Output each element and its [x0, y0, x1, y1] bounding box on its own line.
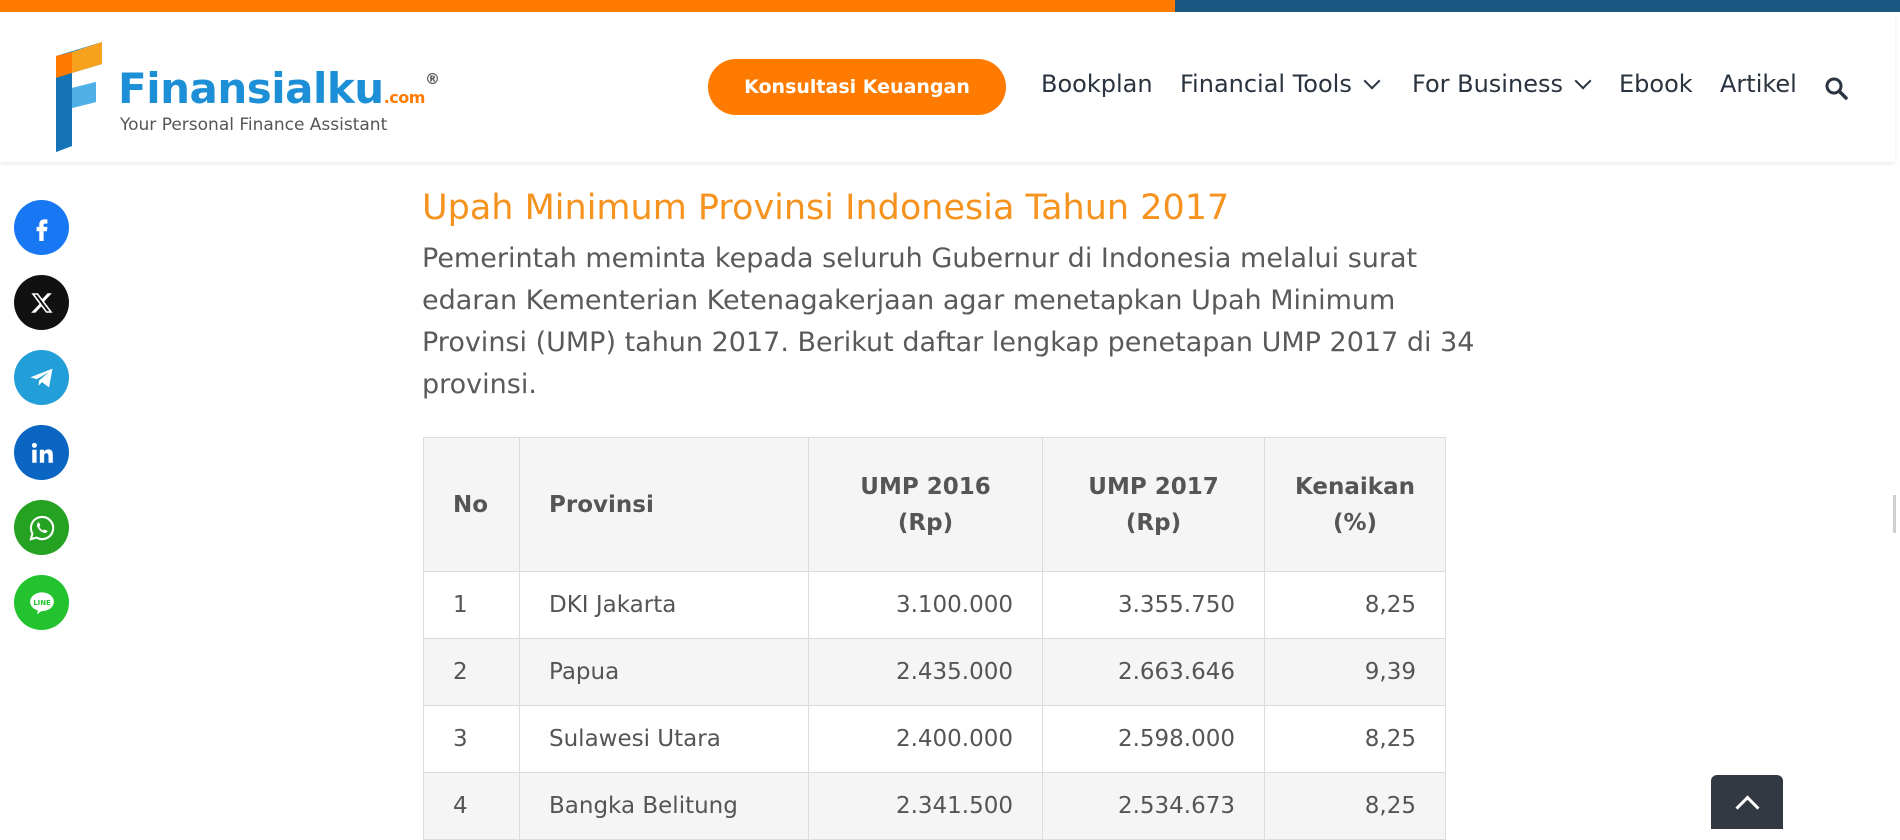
cell-no: 4: [423, 772, 520, 840]
cell-ump-2017: 2.663.646: [1042, 638, 1265, 706]
logo-domain: .com: [383, 88, 426, 107]
table-row: 4 Bangka Belitung 2.341.500 2.534.673 8,…: [423, 772, 1446, 840]
site-header: Finansialku.com® Your Personal Finance A…: [0, 12, 1895, 162]
chevron-down-icon: [1363, 72, 1381, 90]
logo-mark-icon: [56, 42, 102, 152]
nav-financial-tools[interactable]: Financial Tools: [1180, 70, 1381, 98]
cell-provinsi: Papua: [519, 638, 809, 706]
share-telegram-button[interactable]: [14, 350, 69, 405]
svg-text:LINE: LINE: [33, 598, 51, 606]
nav-ebook-label: Ebook: [1619, 70, 1693, 98]
cell-ump-2017: 3.355.750: [1042, 571, 1265, 639]
header-kenaikan-line1: Kenaikan: [1295, 473, 1415, 500]
nav-artikel-label: Artikel: [1720, 70, 1797, 98]
logo-registered: ®: [424, 70, 440, 88]
line-icon: LINE: [29, 591, 54, 614]
telegram-icon: [29, 368, 52, 387]
x-icon: [30, 292, 53, 313]
header-ump-2016: UMP 2016 (Rp): [808, 437, 1043, 572]
header-kenaikan-line2: (%): [1332, 509, 1378, 536]
share-whatsapp-button[interactable]: [14, 500, 69, 555]
cell-kenaikan: 8,25: [1264, 772, 1446, 840]
cell-provinsi: Bangka Belitung: [519, 772, 809, 840]
top-accent-navy: [1175, 0, 1900, 12]
nav-financial-tools-label: Financial Tools: [1180, 70, 1352, 98]
nav-bookplan[interactable]: Bookplan: [1041, 70, 1153, 98]
konsultasi-keuangan-button[interactable]: Konsultasi Keuangan: [708, 59, 1006, 115]
share-line-button[interactable]: LINE: [14, 575, 69, 630]
site-logo[interactable]: Finansialku.com® Your Personal Finance A…: [44, 42, 440, 162]
share-facebook-button[interactable]: [14, 200, 69, 255]
table-row: 1 DKI Jakarta 3.100.000 3.355.750 8,25: [423, 571, 1446, 639]
nav-for-business-label: For Business: [1412, 70, 1563, 98]
cell-provinsi: Sulawesi Utara: [519, 705, 809, 773]
header-kenaikan: Kenaikan (%): [1264, 437, 1446, 572]
cell-provinsi: DKI Jakarta: [519, 571, 809, 639]
chevron-up-icon: [1735, 795, 1760, 820]
scrollbar-thumb[interactable]: [1893, 495, 1896, 533]
nav-artikel[interactable]: Artikel: [1720, 70, 1797, 98]
table-row: 3 Sulawesi Utara 2.400.000 2.598.000 8,2…: [423, 705, 1446, 773]
share-x-button[interactable]: [14, 275, 69, 330]
table-row: 2 Papua 2.435.000 2.663.646 9,39: [423, 638, 1446, 706]
back-to-top-button[interactable]: [1711, 775, 1783, 829]
share-linkedin-button[interactable]: [14, 425, 69, 480]
logo-brand: Finansialku: [118, 64, 384, 113]
cell-ump-2016: 2.435.000: [808, 638, 1043, 706]
header-ump-2017-line1: UMP 2017: [1088, 473, 1219, 500]
facebook-icon: [36, 218, 47, 241]
chevron-down-icon: [1574, 72, 1592, 90]
header-ump-2016-line2: (Rp): [897, 509, 954, 536]
cell-ump-2016: 2.400.000: [808, 705, 1043, 773]
search-icon[interactable]: [1824, 76, 1848, 100]
header-ump-2017: UMP 2017 (Rp): [1042, 437, 1265, 572]
top-accent-orange: [0, 0, 1175, 12]
ump-table: No Provinsi UMP 2016 (Rp) UMP 2017 (Rp) Ke…: [423, 437, 1446, 840]
cell-kenaikan: 8,25: [1264, 571, 1446, 639]
cell-no: 2: [423, 638, 520, 706]
header-provinsi: Provinsi: [519, 437, 809, 572]
nav-bookplan-label: Bookplan: [1041, 70, 1153, 98]
article-intro: Pemerintah meminta kepada seluruh Gubern…: [422, 243, 1475, 400]
header-ump-2017-line2: (Rp): [1125, 509, 1182, 536]
logo-tagline: Your Personal Finance Assistant: [120, 115, 388, 135]
header-ump-2016-line1: UMP 2016: [860, 473, 991, 500]
article-content: Upah Minimum Provinsi Indonesia Tahun 20…: [422, 180, 1482, 406]
cell-kenaikan: 8,25: [1264, 705, 1446, 773]
logo-wordmark: Finansialku.com®: [118, 64, 440, 113]
article-heading: Upah Minimum Provinsi Indonesia Tahun 20…: [422, 188, 1230, 228]
cell-no: 3: [423, 705, 520, 773]
top-accent-bar: [0, 0, 1900, 12]
cell-ump-2017: 2.534.673: [1042, 772, 1265, 840]
nav-for-business[interactable]: For Business: [1412, 70, 1592, 98]
whatsapp-icon: [28, 515, 54, 541]
nav-ebook[interactable]: Ebook: [1619, 70, 1693, 98]
header-no: No: [423, 437, 520, 572]
cell-ump-2017: 2.598.000: [1042, 705, 1265, 773]
cell-ump-2016: 3.100.000: [808, 571, 1043, 639]
cell-kenaikan: 9,39: [1264, 638, 1446, 706]
cell-ump-2016: 2.341.500: [808, 772, 1043, 840]
table-header-row: No Provinsi UMP 2016 (Rp) UMP 2017 (Rp) Ke…: [423, 437, 1446, 572]
cell-no: 1: [423, 571, 520, 639]
linkedin-icon: [31, 442, 53, 463]
